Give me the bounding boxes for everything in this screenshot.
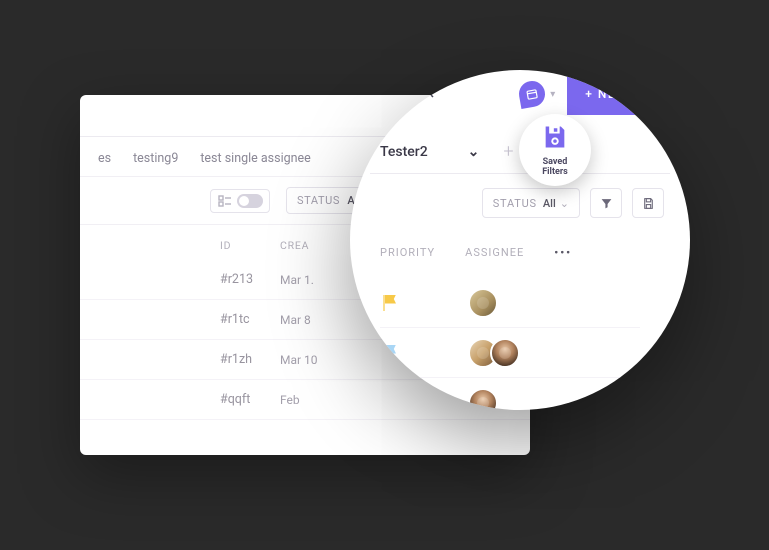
project-name: Tester2: [380, 144, 428, 160]
assignee-group[interactable]: [468, 338, 520, 368]
more-columns-button[interactable]: •••: [554, 246, 572, 259]
column-priority: PRIORITY: [380, 246, 435, 259]
avatar[interactable]: [468, 288, 498, 318]
priority-flag-icon[interactable]: [380, 344, 398, 362]
add-tab-button[interactable]: +: [503, 141, 513, 162]
assignee-group[interactable]: [468, 388, 498, 410]
callout-label: SavedFilters: [542, 158, 568, 178]
zoom-lens: ▾ + NEW TASK Tester2 ⌄ + STATUS All ⌄: [350, 70, 690, 410]
chevron-down-icon[interactable]: ▾: [550, 89, 555, 100]
table-row[interactable]: [380, 378, 640, 410]
filter-button[interactable]: [590, 188, 622, 218]
column-created: CREA: [280, 239, 340, 252]
table-row[interactable]: [380, 328, 640, 378]
cell-id: #r1zh: [220, 352, 280, 367]
search-icon[interactable]: [418, 82, 436, 104]
status-label: STATUS: [493, 197, 537, 210]
chevron-down-icon: ⌄: [560, 197, 569, 210]
cell-created: Mar 8: [280, 313, 340, 327]
filter-tab[interactable]: testing9: [133, 151, 178, 166]
saved-filters-callout[interactable]: SavedFilters: [519, 114, 591, 186]
cell-created: Mar 1.: [280, 273, 340, 287]
avatar[interactable]: [490, 338, 520, 368]
filter-tab[interactable]: es: [98, 151, 111, 166]
cell-id: #r1tc: [220, 312, 280, 327]
saved-filters-button[interactable]: [632, 188, 664, 218]
status-filter[interactable]: STATUS All ⌄: [482, 188, 580, 218]
avatar[interactable]: [468, 388, 498, 410]
list-view-icon: [217, 194, 233, 208]
chevron-down-icon: ⌄: [468, 144, 480, 160]
project-dropdown[interactable]: Tester2 ⌄: [380, 144, 479, 160]
column-id: ID: [220, 239, 280, 252]
filter-tab[interactable]: test single assignee: [200, 151, 310, 166]
cell-id: #qqft: [220, 392, 280, 407]
save-icon: [541, 123, 569, 155]
status-value: All: [543, 197, 556, 210]
cell-created: Feb: [280, 393, 340, 407]
zoom-header: ▾ + NEW TASK: [519, 70, 690, 118]
assignee-group[interactable]: [468, 288, 498, 318]
zoom-table-header: PRIORITY ASSIGNEE •••: [380, 246, 572, 259]
table-row[interactable]: [380, 278, 640, 328]
new-task-button[interactable]: + NEW TASK: [567, 73, 690, 115]
cell-created: Mar 10: [280, 353, 340, 367]
filter-controls: STATUS All ⌄: [482, 188, 664, 218]
zoom-table-body: [380, 278, 640, 410]
status-label: STATUS: [297, 194, 340, 207]
priority-flag-icon[interactable]: [380, 294, 398, 312]
calendar-swoosh-icon[interactable]: [517, 79, 547, 109]
layout-toggle[interactable]: [210, 189, 270, 213]
cell-id: #r213: [220, 272, 280, 287]
column-assignee: ASSIGNEE: [465, 246, 524, 259]
toggle-switch[interactable]: [237, 194, 263, 208]
